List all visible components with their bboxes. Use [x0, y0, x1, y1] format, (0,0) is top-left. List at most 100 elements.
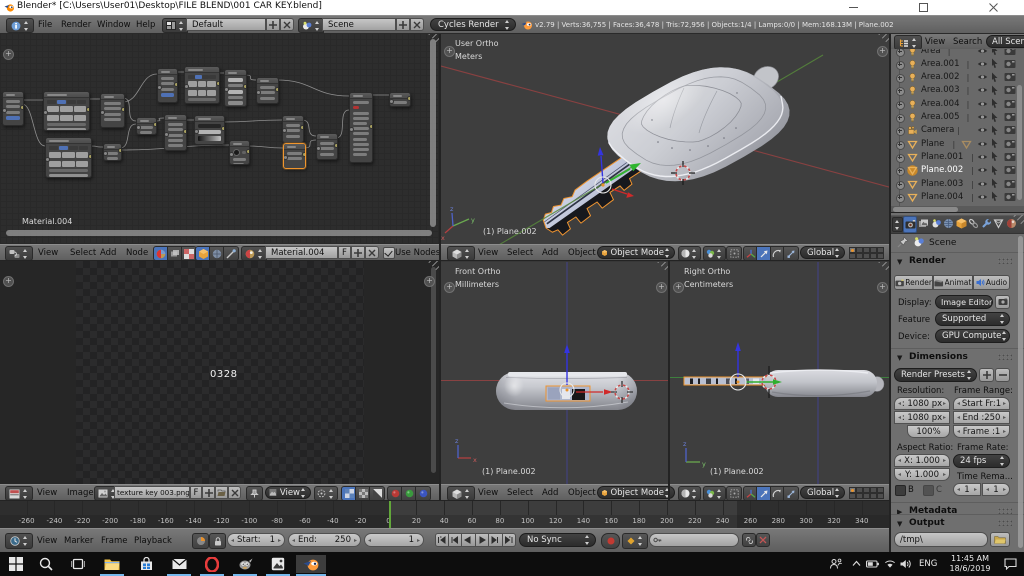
current-frame-field[interactable]: 1 — [364, 533, 424, 547]
wifi-icon[interactable] — [884, 559, 896, 569]
renderability-camera-icon[interactable] — [1004, 192, 1016, 202]
channel-blue-toggle[interactable] — [415, 486, 431, 501]
node-menu-view[interactable]: View — [38, 245, 58, 261]
node-menu-add[interactable]: Add — [100, 245, 116, 261]
renderability-camera-icon[interactable] — [1004, 152, 1016, 162]
taskbar-start[interactable] — [4, 555, 28, 573]
material-fake-user-button[interactable]: F — [338, 246, 351, 259]
taskbar-file-explorer[interactable] — [100, 555, 124, 573]
timeline-ruler[interactable]: -260-240-220-200-180-160-140-120-100-80-… — [0, 500, 889, 528]
fps-dropdown[interactable]: 24 fps — [953, 454, 1010, 468]
current-frame-marker[interactable] — [389, 500, 391, 528]
visibility-eye-icon[interactable] — [977, 192, 988, 202]
time-remap-new-field[interactable]: 1 — [982, 483, 1010, 496]
taskbar-opera[interactable] — [200, 555, 224, 573]
renderability-camera-icon[interactable] — [1004, 49, 1016, 56]
viewport-menu-object[interactable]: Object — [568, 245, 596, 261]
viewport-right[interactable]: z y Right Ortho Centimeters (1) Plane.00… — [670, 261, 889, 484]
active-keying-set-field[interactable] — [649, 533, 739, 547]
uv-menu-image[interactable]: Image — [67, 485, 94, 501]
frame-start-field[interactable]: Start: 1 — [227, 533, 285, 547]
outliner-menu-view[interactable]: View — [925, 34, 945, 50]
people-icon[interactable] — [829, 558, 843, 570]
crop-checkbox[interactable] — [923, 485, 934, 496]
output-panel-expand[interactable]: ▼ — [897, 520, 902, 528]
delete-keyframe-button[interactable] — [756, 533, 770, 547]
frame-end-prop-field[interactable]: End :250 — [953, 411, 1010, 424]
taskbar-blender[interactable] — [296, 555, 326, 573]
shader-node[interactable] — [164, 114, 187, 151]
divider-front-right[interactable] — [668, 261, 670, 500]
editor-type-node-button[interactable] — [5, 246, 33, 261]
layers-widget[interactable] — [849, 487, 887, 499]
close-button[interactable] — [989, 0, 1019, 15]
selectable-cursor-icon[interactable] — [990, 191, 999, 202]
outliner-item-area.004[interactable]: Area.004| — [891, 98, 1024, 111]
mode-dropdown[interactable]: Object Mode — [597, 246, 675, 259]
viewport-front-left-region-toggle[interactable]: + — [444, 282, 455, 293]
viewport-menu-object[interactable]: Object — [568, 485, 596, 501]
shader-node[interactable] — [316, 133, 338, 160]
render-button[interactable]: Render — [894, 275, 933, 290]
tray-clock[interactable]: 11:45 AM18/6/2019 — [942, 554, 998, 574]
output-path-field[interactable]: /tmp\ — [894, 532, 988, 547]
frame-start-prop-field[interactable]: Start Fr:1 — [953, 397, 1010, 410]
tab-material[interactable] — [1005, 216, 1017, 231]
render-animation-button[interactable]: Animati — [933, 275, 973, 290]
notifications-icon[interactable] — [1004, 558, 1017, 570]
selectable-cursor-icon[interactable] — [990, 138, 999, 149]
play-button[interactable] — [476, 533, 490, 547]
uv-image-editor[interactable]: 0328 + + — [0, 261, 439, 484]
insert-keyframe-button[interactable] — [742, 533, 756, 547]
selectable-cursor-icon[interactable] — [990, 98, 999, 109]
render-presets-dropdown[interactable]: Render Presets — [894, 368, 977, 382]
outliner-item-plane.001[interactable]: Plane.001| — [891, 151, 1024, 164]
render-audio-button[interactable]: Audio — [973, 275, 1010, 290]
shader-node[interactable] — [224, 69, 247, 107]
expand-toggle[interactable] — [896, 167, 905, 176]
viewport-menu-select[interactable]: Select — [507, 485, 533, 501]
transform-orientation-dropdown[interactable]: Global — [800, 486, 845, 499]
image-add-button[interactable] — [202, 486, 215, 499]
preset-remove-button[interactable] — [995, 368, 1010, 382]
viewport-front[interactable]: z x Front Ortho Millimeters (1) Plane.00… — [441, 261, 668, 484]
editor-type-3dview-button[interactable] — [447, 486, 475, 501]
layers-widget[interactable] — [849, 247, 887, 259]
render-panel-expand[interactable]: ▼ — [897, 258, 902, 266]
jump-to-prev-keyframe-button[interactable] — [449, 533, 463, 547]
image-name-field[interactable]: texture key 003.png — [114, 486, 190, 499]
menu-render[interactable]: Render — [61, 16, 91, 34]
divider-outliner-props[interactable] — [891, 212, 1024, 213]
preview-range-button[interactable] — [192, 533, 209, 549]
timeline-menu-playback[interactable]: Playback — [134, 529, 172, 552]
expand-toggle[interactable] — [896, 154, 905, 163]
sync-mode-dropdown[interactable]: No Sync — [519, 533, 596, 547]
outliner-item-plane[interactable]: Plane| — [891, 138, 1024, 151]
shader-node[interactable] — [184, 66, 220, 104]
keying-set-dropdown[interactable] — [622, 533, 648, 549]
viewport-main[interactable]: y z x User Ortho Meters (1) Plane.002 + … — [441, 33, 889, 244]
draw-channel-z-toggle[interactable] — [369, 486, 385, 501]
expand-toggle[interactable] — [896, 141, 905, 150]
renderability-camera-icon[interactable] — [1004, 179, 1016, 189]
image-fake-user-button[interactable]: F — [190, 486, 202, 499]
resolution-y-field[interactable]: : 1080 px — [894, 411, 950, 424]
outliner-menu-search[interactable]: Search — [953, 34, 982, 50]
outliner-item-area.003[interactable]: Area.003| — [891, 84, 1024, 97]
timeline-menu-frame[interactable]: Frame — [101, 529, 127, 552]
taskbar-gimp[interactable] — [233, 555, 257, 573]
renderability-camera-icon[interactable] — [1004, 165, 1016, 175]
tab-data[interactable] — [993, 216, 1005, 231]
shader-node[interactable] — [43, 91, 90, 131]
expand-toggle[interactable] — [896, 87, 905, 96]
image-pin-button[interactable] — [246, 486, 263, 501]
editor-type-image-button[interactable] — [5, 486, 33, 501]
editor-type-outliner-button[interactable] — [894, 35, 922, 50]
battery-icon[interactable] — [866, 560, 879, 568]
display-extra-button[interactable] — [995, 295, 1010, 309]
menu-window[interactable]: Window — [97, 16, 131, 34]
renderability-camera-icon[interactable] — [1004, 85, 1016, 95]
tab-constraints[interactable] — [968, 216, 980, 231]
viewport-menu-view[interactable]: View — [478, 245, 498, 261]
output-panel-grip[interactable] — [998, 520, 1012, 526]
